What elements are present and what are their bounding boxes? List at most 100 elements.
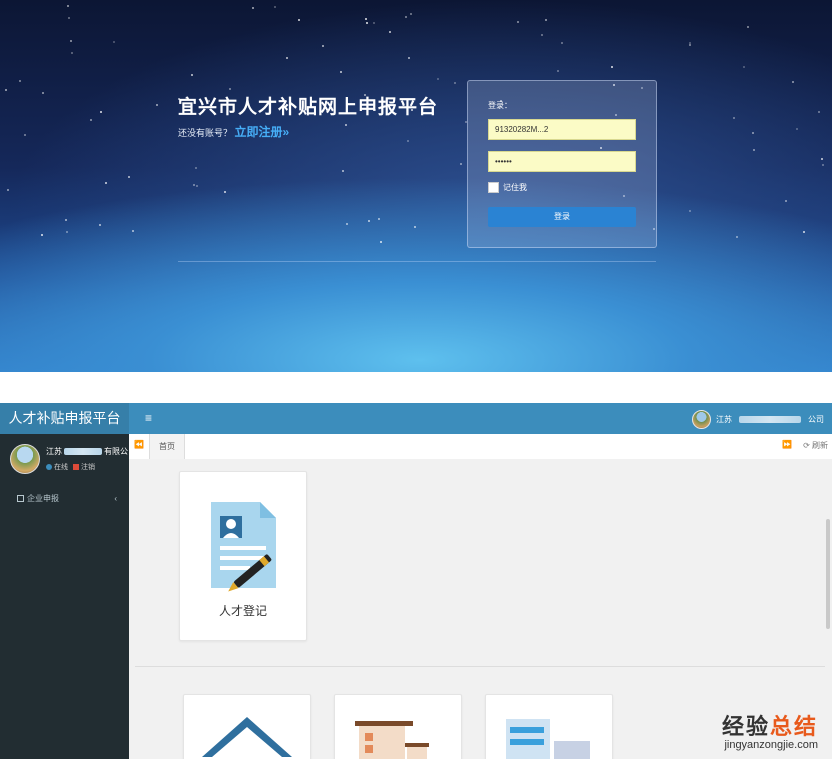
star xyxy=(71,52,73,54)
tab-prev-icon[interactable]: ⏪ xyxy=(134,440,144,449)
sidebar-item-label: 企业申报 xyxy=(27,494,59,503)
brand-logo[interactable]: 人才补贴申报平台 xyxy=(0,403,129,434)
menu-toggle-icon[interactable]: ≡ xyxy=(145,411,152,425)
star xyxy=(821,158,823,160)
star xyxy=(408,57,410,59)
star xyxy=(407,140,409,142)
card-label: 人才登记 xyxy=(218,604,267,618)
star xyxy=(346,223,348,225)
building-icon xyxy=(355,721,429,759)
star xyxy=(252,7,254,9)
login-screen: 宜兴市人才补贴网上申报平台 还没有账号？ 立即注册» 登录： 91320282M… xyxy=(0,0,832,372)
login-button[interactable]: 登录 xyxy=(488,207,636,227)
star xyxy=(105,182,107,184)
star xyxy=(368,220,370,222)
star xyxy=(736,236,738,238)
register-prompt: 还没有账号？ xyxy=(178,128,233,138)
status-online: 在线 xyxy=(46,462,68,472)
star xyxy=(689,210,691,212)
star xyxy=(373,22,375,24)
watermark: 经验总结 jingyanzongjie.com xyxy=(722,715,818,752)
star xyxy=(752,132,754,134)
star xyxy=(113,41,115,43)
star xyxy=(298,19,300,21)
star xyxy=(557,70,559,72)
logout-label: 注销 xyxy=(81,464,95,471)
star xyxy=(100,111,102,113)
vertical-scrollbar[interactable] xyxy=(826,519,830,629)
star xyxy=(365,18,367,20)
star xyxy=(229,88,231,90)
top-user-name-suffix: 公司 xyxy=(808,415,824,424)
password-input[interactable]: •••••• xyxy=(488,151,636,172)
top-user-menu[interactable]: 江苏 公司 xyxy=(692,410,824,429)
star xyxy=(342,170,344,172)
refresh-button[interactable]: ⟳ 刷新 xyxy=(803,440,828,451)
star xyxy=(818,111,820,113)
sidebar-item-enterprise-apply[interactable]: 企业申报 ‹ xyxy=(0,489,129,509)
star xyxy=(437,78,439,80)
building-card[interactable] xyxy=(334,694,462,759)
star xyxy=(405,16,407,18)
star xyxy=(68,17,70,19)
star xyxy=(99,224,101,226)
username-input[interactable]: 91320282M...2 xyxy=(488,119,636,140)
star xyxy=(132,230,134,232)
talent-register-card[interactable]: 人才登记 xyxy=(179,471,307,641)
star xyxy=(803,231,805,233)
admin-screen: 人才补贴申报平台 ≡ 江苏 公司 江苏 有限公 在线 注销 企业申报 ‹ ⏪ 首… xyxy=(0,403,832,759)
star xyxy=(41,234,43,236)
refresh-label: 刷新 xyxy=(812,441,828,450)
logout-link[interactable]: 注销 xyxy=(73,462,95,472)
document-icon xyxy=(506,719,590,759)
chevron-left-icon: ‹ xyxy=(114,494,117,503)
star xyxy=(5,89,7,91)
star xyxy=(611,66,613,68)
star xyxy=(389,31,391,33)
top-navbar: 人才补贴申报平台 ≡ 江苏 公司 xyxy=(0,403,832,434)
star xyxy=(196,185,198,187)
tab-next-icon[interactable]: ⏩ xyxy=(782,440,792,449)
star xyxy=(90,119,92,121)
register-link[interactable]: 立即注册» xyxy=(235,125,290,139)
star xyxy=(286,57,288,59)
star xyxy=(65,219,67,221)
top-user-name-prefix: 江苏 xyxy=(716,415,732,424)
star xyxy=(454,82,456,84)
star xyxy=(67,5,69,7)
talent-register-icon xyxy=(211,502,276,592)
star xyxy=(541,34,543,36)
star xyxy=(545,19,547,21)
watermark-text: 经验总结 xyxy=(722,715,818,739)
star xyxy=(366,22,368,24)
star xyxy=(191,74,193,76)
star xyxy=(156,104,158,106)
tab-bar: ⏪ 首页 ⏩ ⟳ 刷新 xyxy=(129,434,832,460)
star xyxy=(193,184,195,186)
star xyxy=(689,44,691,46)
register-prompt-line: 还没有账号？ 立即注册» xyxy=(178,123,289,140)
star xyxy=(743,66,745,68)
star xyxy=(24,134,26,136)
house-card[interactable] xyxy=(183,694,311,759)
document-card[interactable] xyxy=(485,694,613,759)
star xyxy=(822,164,824,166)
star xyxy=(460,163,462,165)
star xyxy=(195,167,197,169)
star xyxy=(796,128,798,130)
star xyxy=(42,92,44,94)
star xyxy=(345,124,347,126)
login-form: 登录： 91320282M...2 •••••• 记住我 登录 xyxy=(467,80,657,248)
avatar xyxy=(692,410,711,429)
star xyxy=(414,226,416,228)
watermark-text-b: 总结 xyxy=(769,714,818,739)
watermark-text-a: 经验 xyxy=(721,714,770,739)
tab-home[interactable]: 首页 xyxy=(149,434,185,459)
sidebar-user-name: 江苏 有限公 xyxy=(46,446,128,457)
sidebar-user-panel: 江苏 有限公 在线 注销 xyxy=(10,444,128,474)
star xyxy=(733,117,735,119)
redacted-text xyxy=(64,448,102,456)
avatar xyxy=(10,444,40,474)
refresh-icon: ⟳ xyxy=(803,441,810,450)
remember-me-checkbox[interactable] xyxy=(488,182,499,193)
